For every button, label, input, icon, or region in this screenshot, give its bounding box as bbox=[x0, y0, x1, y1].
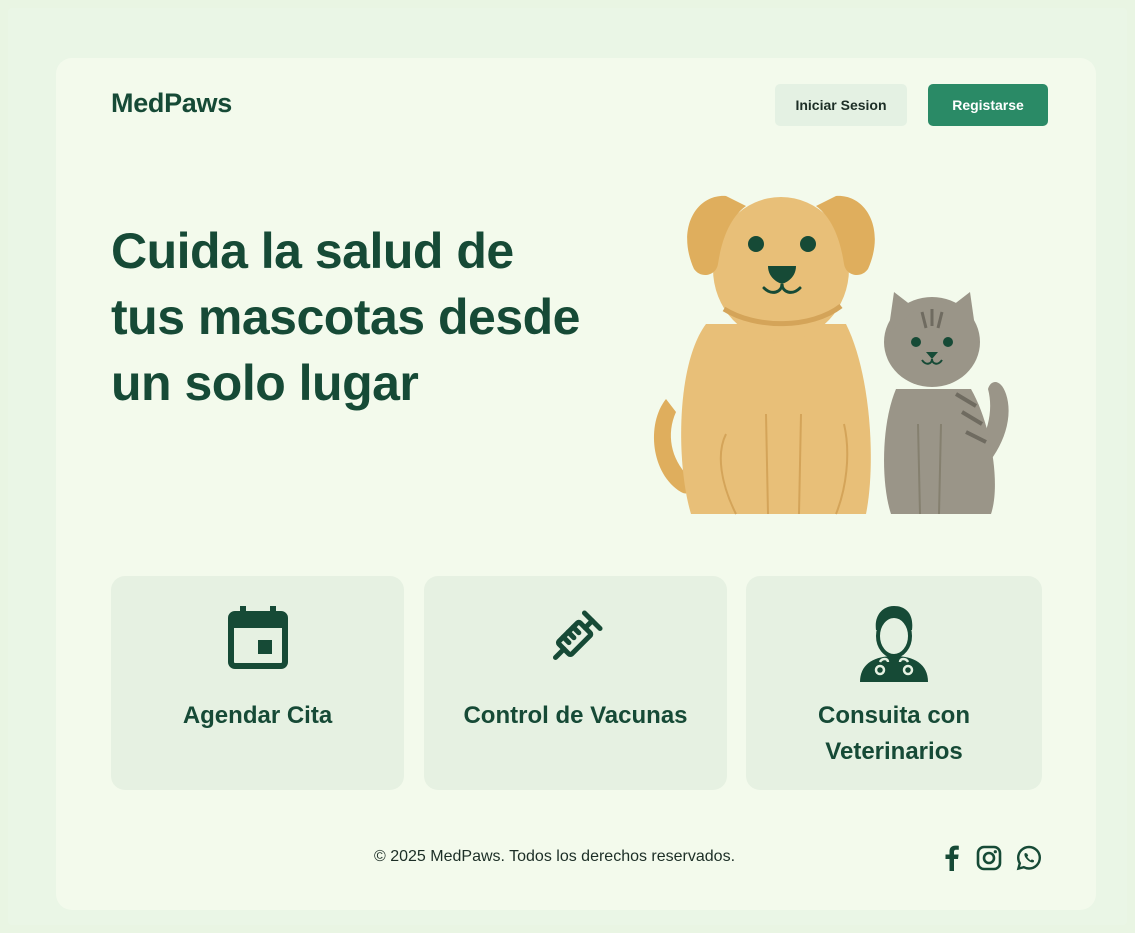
landing-card: MedPaws Iniciar Sesion Registarse Cuida … bbox=[56, 58, 1096, 910]
hero-title-line: un solo lugar bbox=[111, 355, 419, 411]
feature-label: Control de Vacunas bbox=[463, 702, 688, 729]
login-button[interactable]: Iniciar Sesion bbox=[775, 84, 907, 126]
instagram-link[interactable] bbox=[975, 844, 1003, 872]
feature-label-line: Consuita con bbox=[817, 702, 970, 729]
feature-label: Agendar Cita bbox=[182, 702, 333, 729]
calendar-icon bbox=[227, 606, 288, 669]
feature-card-vaccines[interactable]: Control de Vacunas bbox=[424, 576, 727, 790]
instagram-icon bbox=[976, 845, 1002, 871]
register-button[interactable]: Registarse bbox=[928, 84, 1048, 126]
dog-and-cat-illustration bbox=[654, 195, 1009, 515]
hero-title-line: tus mascotas desde bbox=[111, 289, 580, 345]
whatsapp-link[interactable] bbox=[1015, 844, 1043, 872]
whatsapp-icon bbox=[1016, 845, 1042, 871]
feature-card-vet-consult[interactable]: Consuita con Veterinarios bbox=[746, 576, 1042, 790]
facebook-icon bbox=[945, 845, 959, 871]
copyright-text: © 2025 MedPaws. Todos los derechos reser… bbox=[374, 848, 736, 865]
hero-title: Cuida la salud de tus mascotas desde un … bbox=[111, 218, 631, 416]
veterinarian-icon bbox=[860, 606, 928, 682]
feature-card-appointment[interactable]: Agendar Cita bbox=[111, 576, 404, 790]
facebook-link[interactable] bbox=[938, 844, 966, 872]
feature-label: Consuita con Veterinarios bbox=[746, 698, 1042, 770]
logo[interactable]: MedPaws bbox=[111, 88, 232, 119]
hero-title-line: Cuida la salud de bbox=[111, 223, 514, 279]
syringe-icon bbox=[552, 610, 603, 661]
feature-label-line: Veterinarios bbox=[825, 738, 963, 765]
